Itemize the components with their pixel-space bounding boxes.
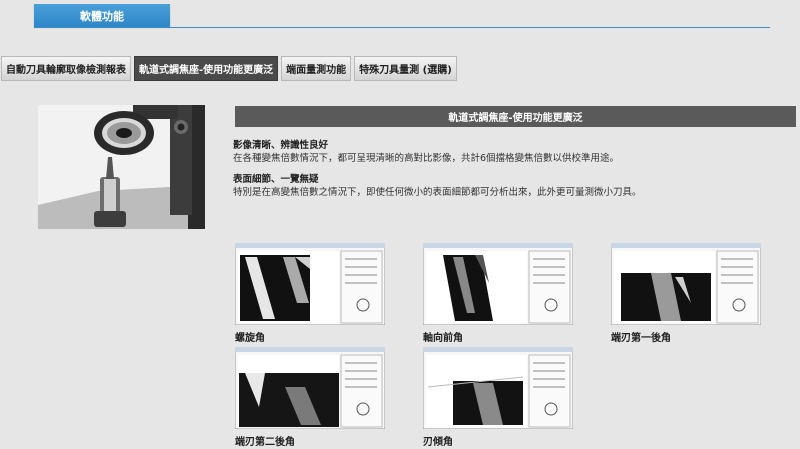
- thumbnail-caption: 軸向前角: [423, 333, 463, 344]
- feature-block: 影像清晰、辨識性良好 在各種變焦倍數情況下，都可呈現清晰的高對比影像，共計6個擋…: [233, 139, 619, 165]
- screenshot-thumbnail[interactable]: [235, 347, 385, 429]
- tab-label: 軌道式調焦座-使用功能更廣泛: [139, 65, 274, 76]
- tab-rail-focus-mount[interactable]: 軌道式調焦座-使用功能更廣泛: [134, 56, 279, 81]
- tab-label: 特殊刀具量測 (選購): [359, 65, 452, 76]
- feature-block: 表面細節、一覽無疑 特別是在高變焦倍數之情況下，即使任何微小的表面細節都可分析出…: [233, 173, 642, 199]
- feature-heading: 影像清晰、辨識性良好: [233, 140, 329, 151]
- thumbnail-caption: 刃傾角: [423, 437, 453, 448]
- screenshot-thumbnail[interactable]: [235, 243, 385, 325]
- screenshot-thumbnail[interactable]: [611, 243, 761, 325]
- section-title: 軟體功能: [80, 9, 124, 23]
- section-divider: [34, 27, 770, 28]
- tab-label: 端面量測功能: [286, 65, 347, 76]
- thumbnail-caption: 端刃第一後角: [611, 333, 671, 344]
- content-title-bar: 軌道式調焦座-使用功能更廣泛: [235, 106, 796, 127]
- thumbnail-caption: 端刃第二後角: [235, 437, 295, 448]
- screenshot-thumbnail[interactable]: [423, 243, 573, 325]
- thumbnail-caption: 螺旋角: [235, 333, 265, 344]
- feature-tabs: 自動刀具輪廓取像檢測報表 軌道式調焦座-使用功能更廣泛 端面量測功能 特殊刀具量…: [1, 56, 457, 81]
- tab-label: 自動刀具輪廓取像檢測報表: [6, 65, 126, 76]
- content-title: 軌道式調焦座-使用功能更廣泛: [448, 113, 583, 124]
- feature-text: 特別是在高變焦倍數之情況下，即使任何微小的表面細節都可分析出來，此外更可量測微小…: [233, 187, 642, 198]
- screenshot-thumbnail[interactable]: [423, 347, 573, 429]
- tab-end-face-measurement[interactable]: 端面量測功能: [281, 56, 352, 81]
- tab-special-tool-measurement[interactable]: 特殊刀具量測 (選購): [354, 56, 457, 81]
- product-photo: [38, 105, 205, 229]
- feature-heading: 表面細節、一覽無疑: [233, 174, 319, 185]
- tab-auto-profile-report[interactable]: 自動刀具輪廓取像檢測報表: [1, 56, 131, 81]
- feature-text: 在各種變焦倍數情況下，都可呈現清晰的高對比影像，共計6個擋格變焦倍數以供校準用途…: [233, 153, 620, 164]
- section-title-tab[interactable]: 軟體功能: [34, 4, 170, 27]
